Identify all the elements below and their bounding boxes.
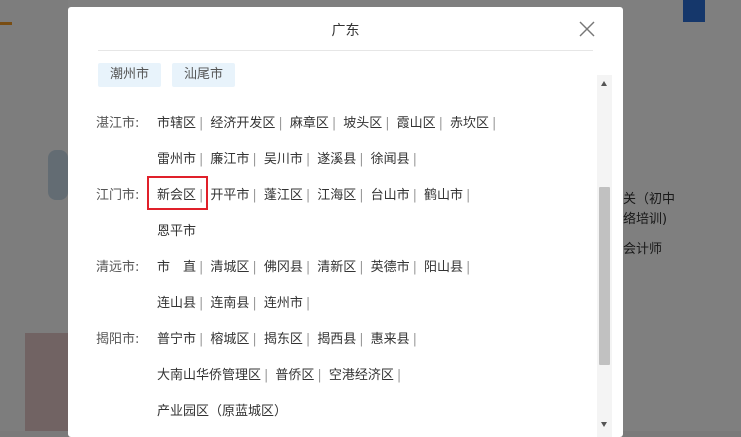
separator: | xyxy=(466,260,471,275)
separator: | xyxy=(412,332,418,347)
city-link[interactable]: 市辖区 xyxy=(157,116,196,131)
city-link[interactable]: 产业园区（原蓝城区） xyxy=(157,404,287,419)
city-links: 产业园区（原蓝城区） xyxy=(157,400,287,419)
separator: | xyxy=(359,260,364,275)
separator: | xyxy=(412,188,418,203)
city-link[interactable]: 揭西县 xyxy=(317,332,356,347)
separator: | xyxy=(252,332,257,347)
separator: | xyxy=(305,332,311,347)
city-link[interactable]: 佛冈县 xyxy=(264,260,303,275)
close-button[interactable] xyxy=(577,19,597,39)
city-chip[interactable]: 汕尾市 xyxy=(172,63,236,87)
scrollbar[interactable] xyxy=(597,75,612,437)
city-link[interactable]: 遂溪县 xyxy=(317,152,356,167)
city-link[interactable]: 连山县 xyxy=(157,296,196,311)
city-link[interactable]: 连南县 xyxy=(210,296,249,311)
separator: | xyxy=(199,116,204,131)
city-link[interactable]: 鹤山市 xyxy=(424,188,463,203)
city-link[interactable]: 经济开发区 xyxy=(210,116,275,131)
city-link[interactable]: 揭东区 xyxy=(264,332,303,347)
city-link[interactable]: 清城区 xyxy=(210,260,249,275)
city-links: 普宁市 | 榕城区 | 揭东区 | 揭西县 | 惠来县 | xyxy=(157,328,424,347)
separator: | xyxy=(412,152,418,167)
city-link[interactable]: 赤坎区 xyxy=(450,116,489,131)
separator: | xyxy=(438,116,444,131)
separator: | xyxy=(252,152,257,167)
separator: | xyxy=(305,188,311,203)
city-link[interactable]: 霞山区 xyxy=(397,116,436,131)
city-link[interactable]: 麻章区 xyxy=(290,116,329,131)
scroll-down-arrow-icon[interactable] xyxy=(601,422,607,427)
scrollbar-thumb[interactable] xyxy=(599,187,610,365)
region-label: 清远市: xyxy=(96,260,140,275)
dialog-title: 广东 xyxy=(331,23,360,39)
city-link[interactable]: 空港经济区 xyxy=(329,368,394,383)
city-link[interactable]: 雷州市 xyxy=(157,152,196,167)
region-label: 揭阳市: xyxy=(96,332,140,347)
separator: | xyxy=(252,260,257,275)
separator: | xyxy=(264,368,269,383)
city-link[interactable]: 廉江市 xyxy=(210,152,249,167)
city-links: 恩平市 xyxy=(157,220,196,239)
close-icon xyxy=(579,21,595,37)
city-chip[interactable]: 潮州市 xyxy=(98,63,162,87)
selection-highlight-box xyxy=(147,176,208,210)
city-select-dialog: 广东 潮州市 汕尾市 湛江市: 市辖区 | 经济开发区 | 麻章区 | 坡头区 | 霞山区 | 赤坎区… xyxy=(68,7,623,437)
city-link[interactable]: 英德市 xyxy=(371,260,410,275)
separator: | xyxy=(199,296,204,311)
city-links: 大南山华侨管理区 | 普侨区 | 空港经济区 | xyxy=(157,364,408,383)
separator: | xyxy=(305,260,311,275)
separator: | xyxy=(396,368,402,383)
city-link[interactable]: 普宁市 xyxy=(157,332,196,347)
city-link[interactable]: 开平市 xyxy=(210,188,249,203)
city-link[interactable]: 吴川市 xyxy=(264,152,303,167)
separator: | xyxy=(278,116,283,131)
city-link[interactable]: 惠来县 xyxy=(371,332,410,347)
city-link[interactable]: 市 直 xyxy=(157,260,196,275)
separator: | xyxy=(412,260,418,275)
separator: | xyxy=(199,260,204,275)
city-links: 市 直 | 清城区 | 佛冈县 | 清新区 | 英德市 | 阳山县 | xyxy=(157,256,477,275)
city-list-content: 潮州市 汕尾市 湛江市: 市辖区 | 经济开发区 | 麻章区 | 坡头区 | 霞山区 | 赤坎区 | 雷州… xyxy=(68,51,598,437)
city-link[interactable]: 台山市 xyxy=(371,188,410,203)
city-link[interactable]: 江海区 xyxy=(317,188,356,203)
separator: | xyxy=(199,152,204,167)
city-link[interactable]: 连州市 xyxy=(264,296,303,311)
separator: | xyxy=(317,368,322,383)
city-link[interactable]: 恩平市 xyxy=(157,224,196,239)
region-label: 湛江市: xyxy=(96,116,140,131)
separator: | xyxy=(359,332,364,347)
separator: | xyxy=(305,152,311,167)
city-links: 雷州市 | 廉江市 | 吴川市 | 遂溪县 | 徐闻县 | xyxy=(157,148,424,167)
city-link[interactable]: 榕城区 xyxy=(210,332,249,347)
city-link[interactable]: 大南山华侨管理区 xyxy=(157,368,261,383)
city-link[interactable]: 坡头区 xyxy=(343,116,382,131)
separator: | xyxy=(252,296,257,311)
city-links: 市辖区 | 经济开发区 | 麻章区 | 坡头区 | 霞山区 | 赤坎区 | xyxy=(157,112,503,131)
separator: | xyxy=(305,296,311,311)
separator: | xyxy=(331,116,337,131)
separator: | xyxy=(385,116,390,131)
separator: | xyxy=(199,332,204,347)
separator: | xyxy=(252,188,257,203)
city-link[interactable]: 蓬江区 xyxy=(264,188,303,203)
city-link[interactable]: 普侨区 xyxy=(275,368,314,383)
scroll-up-arrow-icon[interactable] xyxy=(601,81,607,86)
city-link[interactable]: 阳山县 xyxy=(424,260,463,275)
separator: | xyxy=(359,188,364,203)
city-link[interactable]: 徐闻县 xyxy=(371,152,410,167)
separator: | xyxy=(466,188,471,203)
city-links: 连山县 | 连南县 | 连州市 | xyxy=(157,292,317,311)
city-link[interactable]: 清新区 xyxy=(317,260,356,275)
region-label: 江门市: xyxy=(96,188,140,203)
dialog-header: 广东 xyxy=(68,7,623,51)
separator: | xyxy=(359,152,364,167)
separator: | xyxy=(492,116,497,131)
